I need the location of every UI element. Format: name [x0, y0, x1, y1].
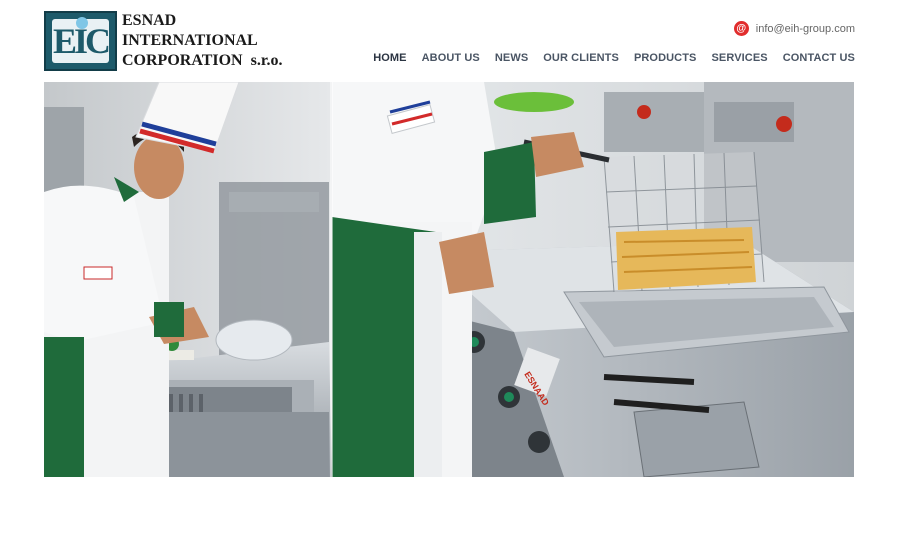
logo-line-1: ESNAD [122, 12, 177, 29]
nav-products[interactable]: PRODUCTS [634, 52, 697, 64]
email-link[interactable]: info@eih-group.com [756, 23, 855, 35]
logo-bulb-icon [76, 17, 88, 29]
logo-line-3: CORPORATION s.r.o. [122, 52, 283, 69]
hero-illustration: ESNAAD [44, 82, 854, 477]
nav-our-clients[interactable]: OUR CLIENTS [543, 52, 619, 64]
nav-services[interactable]: SERVICES [711, 52, 767, 64]
logo-line-2: INTERNATIONAL [122, 32, 258, 49]
nav-contact-us[interactable]: CONTACT US [783, 52, 855, 64]
nav-home[interactable]: HOME [373, 52, 406, 64]
logo-text: ESNAD INTERNATIONAL CORPORATION s.r.o. [122, 11, 282, 71]
contact-email[interactable]: @ info@eih-group.com [733, 21, 855, 36]
main-nav: HOME ABOUT US NEWS OUR CLIENTS PRODUCTS … [373, 52, 855, 64]
logo-mark-icon: EIC [44, 11, 117, 71]
nav-news[interactable]: NEWS [495, 52, 528, 64]
hero-image: ESNAAD [44, 82, 854, 477]
company-logo[interactable]: EIC ESNAD INTERNATIONAL CORPORATION s.r.… [44, 10, 284, 72]
at-icon: @ [733, 21, 749, 36]
nav-about-us[interactable]: ABOUT US [422, 52, 480, 64]
